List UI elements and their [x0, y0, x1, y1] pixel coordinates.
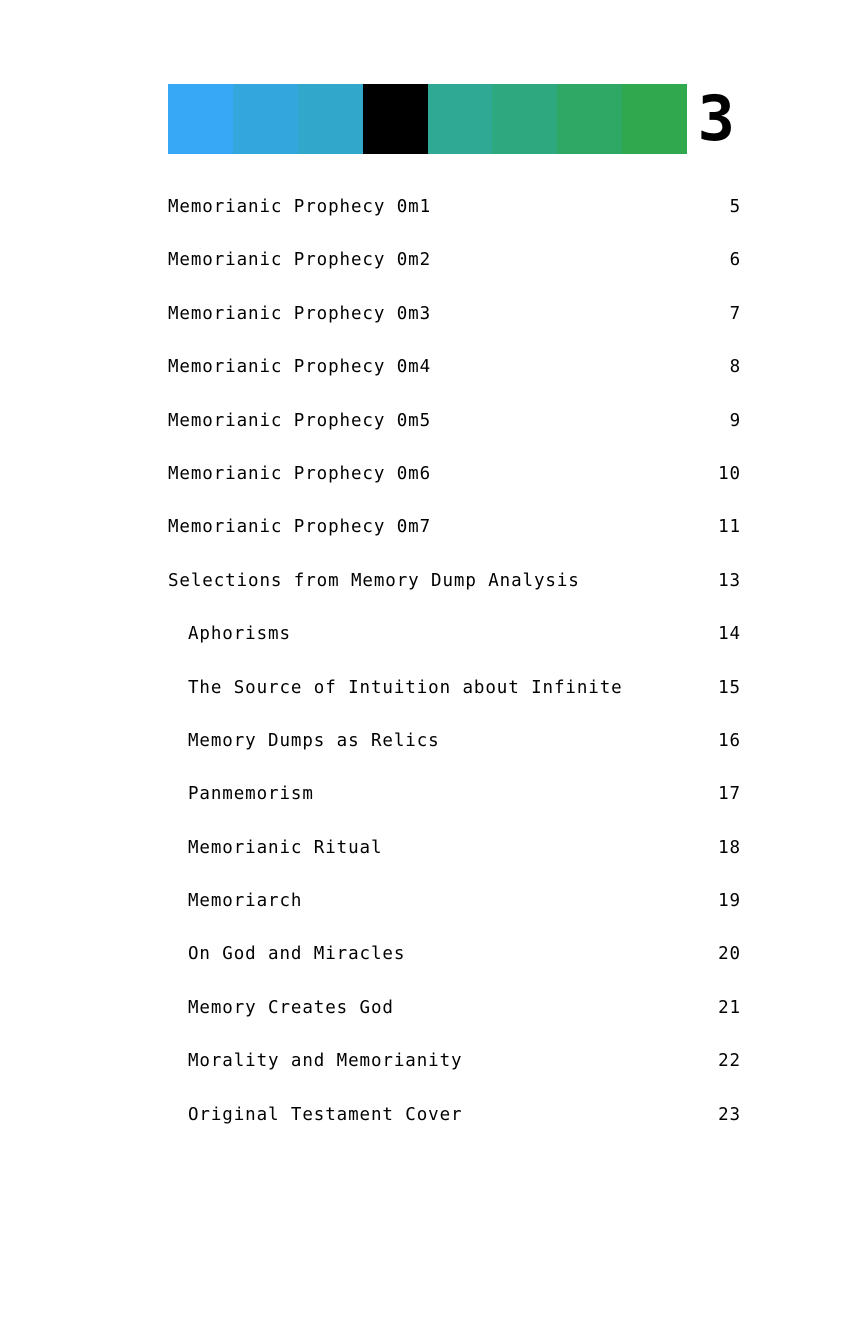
toc-entry-title: Memorianic Prophecy 0m6	[168, 463, 432, 484]
toc-entry[interactable]: Memorianic Prophecy 0m1 5	[168, 196, 741, 249]
toc-entry-page-number: 22	[718, 1051, 741, 1072]
toc-entry[interactable]: The Source of Intuition about Infinite 15	[168, 677, 741, 730]
toc-entry-page-number: 15	[718, 677, 741, 698]
toc-entry-title: Memorianic Prophecy 0m7	[168, 517, 432, 538]
page-header: 3	[168, 82, 735, 155]
toc-entry-title: Memorianic Prophecy 0m2	[168, 250, 432, 271]
toc-entry[interactable]: Memoriarch 19	[168, 890, 741, 943]
toc-entry-page-number: 9	[729, 410, 741, 431]
toc-entry[interactable]: Memorianic Prophecy 0m2 6	[168, 249, 741, 302]
toc-entry[interactable]: Aphorisms 14	[168, 623, 741, 676]
toc-entry[interactable]: Original Testament Cover 23	[168, 1104, 741, 1157]
toc-entry-page-number: 14	[718, 624, 741, 645]
toc-entry-title: Memorianic Prophecy 0m3	[168, 303, 432, 324]
toc-entry[interactable]: Panmemorism 17	[168, 783, 741, 836]
toc-entry[interactable]: Memory Dumps as Relics 16	[168, 730, 741, 783]
toc-entry[interactable]: Memorianic Ritual 18	[168, 837, 741, 890]
chapter-color-bar	[168, 84, 687, 154]
toc-entry-page-number: 10	[718, 463, 741, 484]
toc-entry-title: Memorianic Prophecy 0m1	[168, 197, 432, 217]
toc-entry[interactable]: Memorianic Prophecy 0m5 9	[168, 410, 741, 463]
toc-entry[interactable]: Selections from Memory Dump Analysis 13	[168, 570, 741, 623]
toc-entry[interactable]: Memorianic Prophecy 0m6 10	[168, 463, 741, 516]
toc-entry-title: Memory Creates God	[188, 997, 394, 1018]
toc-entry-page-number: 23	[718, 1104, 741, 1125]
swatch-teal-1	[427, 84, 493, 154]
toc-entry-page-number: 8	[729, 357, 741, 378]
toc-entry-page-number: 21	[718, 997, 741, 1018]
swatch-green-2	[557, 84, 623, 154]
toc-entry-page-number: 11	[718, 517, 741, 538]
toc-entry[interactable]: Memorianic Prophecy 0m4 8	[168, 356, 741, 409]
toc-entry-page-number: 6	[729, 250, 741, 271]
toc-entry[interactable]: On God and Miracles 20	[168, 943, 741, 996]
toc-entry[interactable]: Morality and Memorianity 22	[168, 1050, 741, 1103]
toc-entry-page-number: 5	[729, 197, 741, 217]
toc-entry-page-number: 17	[718, 784, 741, 805]
toc-entry-title: Morality and Memorianity	[188, 1051, 463, 1072]
swatch-black	[362, 84, 428, 154]
toc-entry-title: Aphorisms	[188, 624, 291, 645]
toc-entry-title: Memorianic Ritual	[188, 837, 383, 858]
toc-entry-page-number: 19	[718, 891, 741, 912]
toc-entry[interactable]: Memorianic Prophecy 0m7 11	[168, 516, 741, 569]
toc-entry-title: Panmemorism	[188, 784, 314, 805]
toc-entry-page-number: 7	[729, 303, 741, 324]
toc-entry-title: Memory Dumps as Relics	[188, 730, 440, 751]
table-of-contents: Memorianic Prophecy 0m1 5 Memorianic Proph…	[168, 196, 741, 1157]
document-page: 3 Memorianic Prophecy 0m1 5 Memorianic Pro…	[0, 0, 851, 1332]
swatch-blue-1	[168, 84, 233, 154]
toc-entry-title: Original Testament Cover	[188, 1104, 463, 1125]
swatch-blue-3	[297, 84, 363, 154]
swatch-green-3	[622, 84, 687, 154]
toc-entry-title: The Source of Intuition about Infinite	[188, 677, 623, 698]
page-folio-number: 3	[697, 82, 735, 155]
swatch-green-1	[492, 84, 558, 154]
toc-entry-page-number: 16	[718, 730, 741, 751]
toc-entry-title: On God and Miracles	[188, 944, 406, 965]
toc-entry[interactable]: Memorianic Prophecy 0m3 7	[168, 303, 741, 356]
toc-entry-title: Memoriarch	[188, 891, 303, 912]
swatch-blue-2	[232, 84, 298, 154]
toc-entry-title: Memorianic Prophecy 0m4	[168, 357, 432, 378]
toc-entry-title: Memorianic Prophecy 0m5	[168, 410, 432, 431]
toc-entry-page-number: 13	[718, 570, 741, 591]
toc-entry-page-number: 20	[718, 944, 741, 965]
toc-entry[interactable]: Memory Creates God 21	[168, 997, 741, 1050]
toc-entry-title: Selections from Memory Dump Analysis	[168, 570, 580, 591]
toc-entry-page-number: 18	[718, 837, 741, 858]
